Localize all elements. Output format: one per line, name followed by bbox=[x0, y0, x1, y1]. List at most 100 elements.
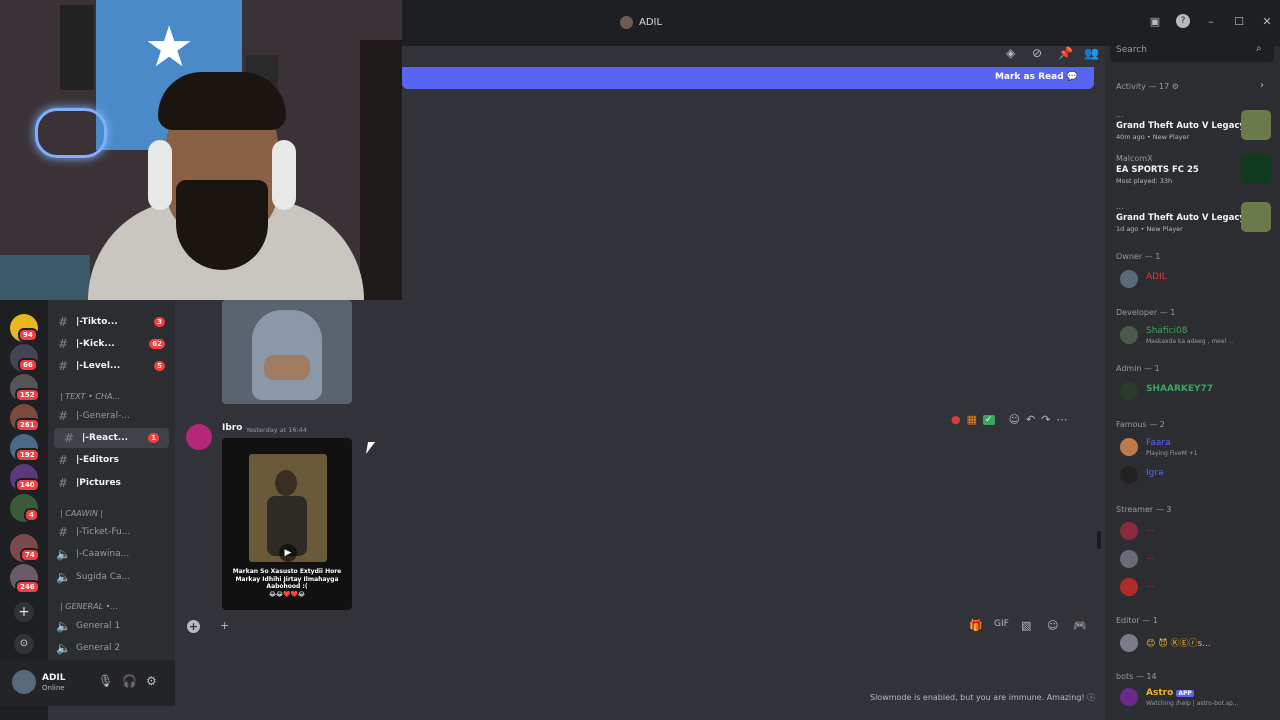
chevron-right-icon[interactable]: › bbox=[1260, 80, 1264, 91]
activity-card[interactable]: ... Grand Theft Auto V Legacy 40m ago • … bbox=[1111, 110, 1271, 150]
member-name: ... bbox=[1146, 524, 1155, 534]
hash-icon: # bbox=[57, 359, 69, 373]
minimize-icon[interactable]: – bbox=[1204, 15, 1218, 28]
username[interactable]: ADIL bbox=[42, 673, 66, 683]
headphones-icon bbox=[272, 140, 296, 210]
webcam-overlay: ★ bbox=[0, 0, 402, 300]
app-tag: APP bbox=[1176, 690, 1194, 697]
server-list: 94 66 152 261 192 140 4 74 246 + ⊙ bbox=[0, 300, 48, 720]
channel-item[interactable]: # |-Ticket-Fu... bbox=[48, 522, 175, 542]
hash-icon: # bbox=[63, 431, 75, 445]
member-item[interactable]: ADIL bbox=[1116, 268, 1271, 290]
headphones-icon[interactable]: 🎧 bbox=[122, 674, 137, 688]
mark-as-read-button[interactable]: Mark as Read 💬 bbox=[995, 72, 1078, 82]
message-composer[interactable]: + + 🎁 GIF ▧ ☺ 🎮 bbox=[182, 616, 1092, 640]
author-avatar[interactable] bbox=[186, 424, 212, 450]
avatar bbox=[1120, 634, 1138, 652]
add-reaction-icon[interactable]: ☺ bbox=[1009, 413, 1020, 426]
voice-channel-item[interactable]: 🔈 General 1 bbox=[48, 616, 175, 636]
attach-plus-icon[interactable]: + bbox=[187, 620, 200, 633]
gif-icon[interactable]: GIF bbox=[994, 619, 1009, 629]
play-icon[interactable]: ▶ bbox=[279, 544, 297, 562]
add-server-icon[interactable]: + bbox=[14, 602, 34, 622]
member-item[interactable]: 😊 😈 ⓀⒺⓡs... bbox=[1116, 632, 1271, 654]
member-name: Igra bbox=[1146, 468, 1164, 478]
channel-name: |-Level... bbox=[76, 361, 121, 371]
member-item[interactable]: ... bbox=[1116, 576, 1271, 598]
mute-icon[interactable]: ⊘ bbox=[1032, 46, 1042, 60]
activity-header-text: Activity — 17 bbox=[1116, 82, 1170, 91]
more-icon[interactable]: ⋯ bbox=[1056, 413, 1067, 426]
threads-icon[interactable]: ◈ bbox=[1006, 46, 1015, 60]
video-attachment[interactable]: ▶ Markan So Xasusto Extydii Hore Markay … bbox=[222, 438, 352, 610]
reaction-emoji-icon[interactable]: ● bbox=[951, 413, 961, 426]
message-author[interactable]: Ibro bbox=[222, 423, 242, 433]
search-icon: ⌕ bbox=[1256, 43, 1262, 54]
discover-icon[interactable]: ⊙ bbox=[14, 634, 34, 654]
microphone-icon[interactable]: 🎙 bbox=[98, 674, 113, 688]
voice-channel-item[interactable]: 🔈 |-Caawina... bbox=[48, 544, 175, 564]
close-icon[interactable]: ✕ bbox=[1260, 15, 1274, 28]
forward-icon[interactable]: ↷ bbox=[1041, 413, 1050, 426]
avatar[interactable] bbox=[12, 670, 36, 694]
channel-item[interactable]: # |-React... 1 bbox=[54, 428, 169, 448]
settings-gear-icon[interactable]: ⚙ bbox=[146, 674, 157, 688]
member-item[interactable]: Shafici08 Maskaxda ka adeeg , meel ... bbox=[1116, 324, 1271, 346]
new-messages-banner[interactable]: Mark as Read 💬 bbox=[402, 67, 1094, 89]
avatar bbox=[1120, 382, 1138, 400]
mark-as-read-label: Mark as Read bbox=[994, 72, 1064, 82]
member-item[interactable]: ... bbox=[1116, 548, 1271, 570]
activity-card[interactable]: MalcomX EA SPORTS FC 25 Most played: 33h bbox=[1111, 154, 1271, 194]
check-emoji-icon[interactable]: ✓ bbox=[983, 414, 995, 425]
channel-item[interactable]: # |-Level... 5 bbox=[48, 356, 175, 376]
scrollbar[interactable] bbox=[1097, 531, 1101, 549]
search-input[interactable]: Search ⌕ bbox=[1110, 40, 1274, 62]
cast-icon[interactable]: ▣ bbox=[1148, 15, 1162, 28]
help-icon[interactable]: ? bbox=[1176, 14, 1190, 28]
controller-neon-icon bbox=[35, 108, 107, 158]
channel-category[interactable]: | TEXT • CHA... bbox=[60, 392, 120, 401]
window-title: ADIL bbox=[620, 16, 662, 29]
member-group-title: Admin — 1 bbox=[1116, 364, 1160, 373]
members-icon[interactable]: 👥 bbox=[1084, 46, 1099, 60]
channel-item[interactable]: # |Pictures bbox=[48, 473, 175, 493]
channel-name: |-React... bbox=[82, 433, 129, 443]
member-group-title: bots — 14 bbox=[1116, 672, 1157, 681]
channel-item[interactable]: # |-Editors bbox=[48, 450, 175, 470]
member-item[interactable]: ... bbox=[1116, 520, 1271, 542]
pin-icon[interactable]: 📌 bbox=[1058, 46, 1073, 60]
gift-emoji-icon[interactable]: ▦ bbox=[967, 413, 977, 426]
channel-item[interactable]: # |-General-... bbox=[48, 406, 175, 426]
voice-channel-item[interactable]: 🔈 General 2 bbox=[48, 638, 175, 658]
avatar bbox=[1120, 438, 1138, 456]
sticker-icon[interactable]: ▧ bbox=[1021, 619, 1031, 632]
activity-icon[interactable]: 🎮 bbox=[1073, 619, 1087, 632]
person-beard bbox=[176, 180, 268, 270]
maximize-icon[interactable]: ☐ bbox=[1232, 15, 1246, 28]
window-title-text: ADIL bbox=[639, 17, 663, 28]
slowmode-notice: Slowmode is enabled, but you are immune.… bbox=[870, 693, 1096, 702]
member-item[interactable]: Astro APP Watching /help | astro-bot.sp..… bbox=[1116, 686, 1271, 708]
reply-icon[interactable]: ↶ bbox=[1026, 413, 1035, 426]
channel-item[interactable]: # |-Tikto... 3 bbox=[48, 312, 175, 332]
gift-icon[interactable]: 🎁 bbox=[969, 619, 983, 632]
channel-category[interactable]: | CAAWIN | bbox=[60, 509, 103, 518]
channel-category[interactable]: | GENERAL •... bbox=[60, 602, 118, 611]
avatar bbox=[1120, 688, 1138, 706]
emoji-icon[interactable]: ☺ bbox=[1047, 619, 1058, 632]
activity-header[interactable]: Activity — 17 ⚙ bbox=[1116, 82, 1179, 91]
previous-media[interactable] bbox=[222, 300, 352, 404]
composer-plus[interactable]: + bbox=[220, 619, 229, 632]
member-item[interactable]: SHAARKEY77 bbox=[1116, 380, 1271, 402]
member-item[interactable]: Faara Playing FiveM +1 bbox=[1116, 436, 1271, 458]
video-caption-emoji: 😂😂❤️❤️😂 bbox=[269, 590, 305, 598]
activity-card[interactable]: ... Grand Theft Auto V Legacy 1d ago • N… bbox=[1111, 202, 1271, 242]
member-item[interactable]: Igra bbox=[1116, 464, 1271, 486]
member-status: Playing FiveM +1 bbox=[1146, 450, 1198, 457]
game-logo bbox=[1241, 154, 1271, 184]
speaker-icon: 🔈 bbox=[56, 619, 71, 633]
channel-item[interactable]: # |-Kick... 62 bbox=[48, 334, 175, 354]
activity-user: MalcomX bbox=[1116, 154, 1153, 163]
search-placeholder: Search bbox=[1116, 45, 1147, 55]
voice-channel-item[interactable]: 🔈 Sugida Ca... bbox=[48, 567, 175, 587]
